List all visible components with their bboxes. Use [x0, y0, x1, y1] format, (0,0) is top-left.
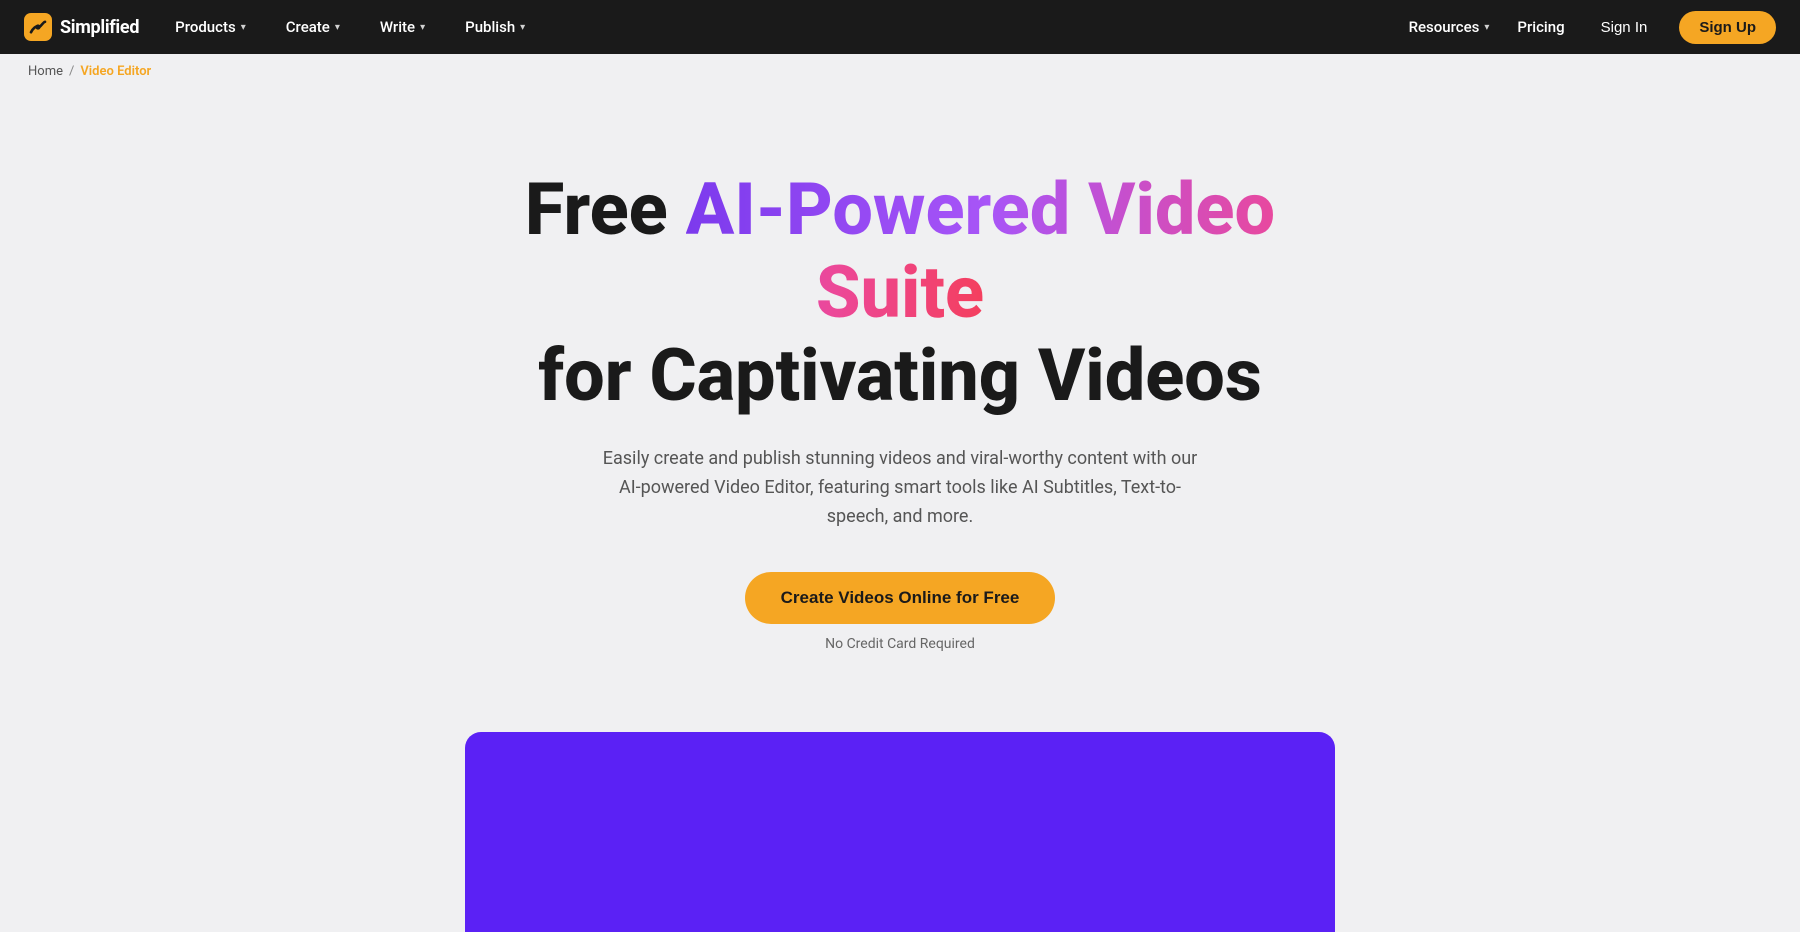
cta-button[interactable]: Create Videos Online for Free [745, 572, 1056, 624]
hero-section: Free AI-Powered Video Suite for Captivat… [0, 89, 1800, 692]
nav-write-label: Write [380, 18, 415, 36]
nav-create-label: Create [286, 18, 330, 36]
nav-products[interactable]: Products ▾ [171, 12, 250, 42]
nav-resources-chevron-icon: ▾ [1484, 22, 1489, 33]
nav-create[interactable]: Create ▾ [282, 12, 344, 42]
nav-pricing[interactable]: Pricing [1513, 12, 1568, 42]
video-preview[interactable] [465, 732, 1335, 932]
nav-publish[interactable]: Publish ▾ [461, 12, 529, 42]
hero-subtitle: Easily create and publish stunning video… [590, 445, 1210, 531]
nav-create-chevron-icon: ▾ [335, 22, 340, 33]
nav-write-chevron-icon: ▾ [420, 22, 425, 33]
brand-name: Simplified [60, 17, 139, 38]
nav-products-label: Products [175, 18, 236, 36]
hero-title-plain: Free [525, 167, 686, 252]
video-preview-wrapper [0, 732, 1800, 932]
hero-title-gradient: AI-Powered Video Suite [686, 167, 1275, 335]
hero-title-plain2: for Captivating Videos [538, 333, 1262, 418]
navbar-left: Simplified Products ▾ Create ▾ Write ▾ P… [24, 12, 1405, 42]
navbar: Simplified Products ▾ Create ▾ Write ▾ P… [0, 0, 1800, 54]
nav-write[interactable]: Write ▾ [376, 12, 429, 42]
nav-resources[interactable]: Resources ▾ [1405, 12, 1494, 42]
nav-publish-label: Publish [465, 18, 515, 36]
nav-pricing-label: Pricing [1517, 18, 1564, 36]
hero-title: Free AI-Powered Video Suite for Captivat… [450, 169, 1350, 417]
signup-button[interactable]: Sign Up [1679, 11, 1776, 44]
breadcrumb: Home / Video Editor [0, 54, 1800, 89]
navbar-right: Resources ▾ Pricing Sign In Sign Up [1405, 11, 1776, 44]
no-cc-label: No Credit Card Required [825, 636, 975, 652]
breadcrumb-current[interactable]: Video Editor [80, 64, 151, 79]
nav-products-chevron-icon: ▾ [241, 22, 246, 33]
simplified-logo-icon [24, 13, 52, 41]
breadcrumb-separator: / [69, 64, 74, 79]
nav-publish-chevron-icon: ▾ [520, 22, 525, 33]
logo-link[interactable]: Simplified [24, 13, 139, 41]
signin-button[interactable]: Sign In [1589, 13, 1660, 42]
nav-resources-label: Resources [1409, 18, 1480, 36]
breadcrumb-home[interactable]: Home [28, 64, 63, 79]
